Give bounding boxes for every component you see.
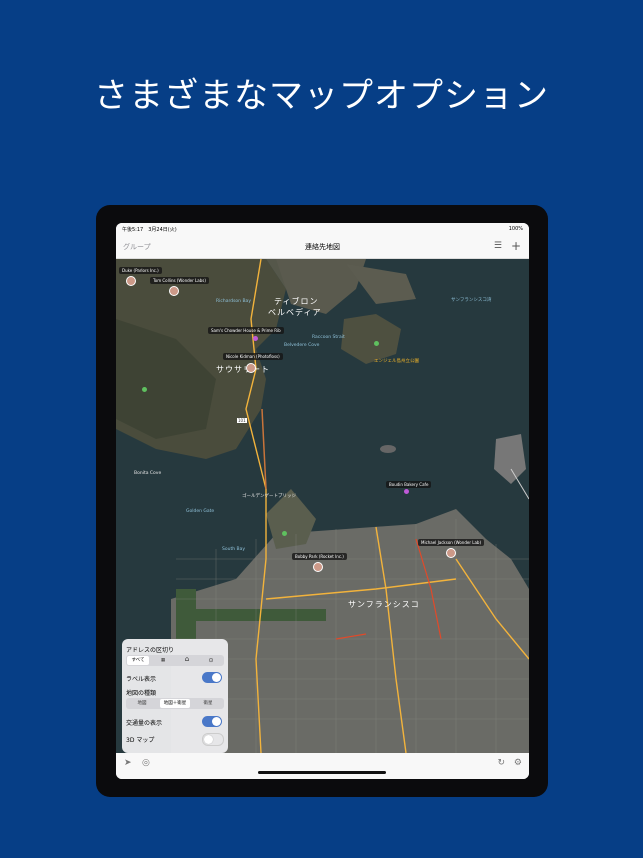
contact-tag-5[interactable]: Boudin Bakery Cafe xyxy=(386,481,432,488)
ipad-frame: 午後5:17 3月24日(火) 100% グループ 連絡先地図 ☰ + Boni… xyxy=(96,205,548,797)
traffic-label: 交通量の表示 xyxy=(126,720,163,727)
building-icon[interactable]: ▦ xyxy=(156,656,170,665)
nav-bar: グループ 連絡先地図 ☰ + xyxy=(116,237,529,259)
place-dot-5[interactable] xyxy=(404,489,409,494)
segment-all[interactable]: すべて xyxy=(127,656,149,665)
plus-icon[interactable]: + xyxy=(511,239,521,253)
location-arrow-icon[interactable]: ➤ xyxy=(124,758,132,768)
pin-icon[interactable]: ⊙ xyxy=(204,656,218,665)
status-time: 午後5:17 3月24日(火) xyxy=(122,227,177,233)
contact-tag-2[interactable]: Tom Collins (Wonder Labs) xyxy=(150,277,209,284)
map-options-panel: アドレスの区切り すべて ▦ ⌂ ⊙ ラベル表示 地図の種類 地図 地図＋衛星 … xyxy=(122,639,228,753)
contact-tag-4[interactable]: Nicole Kidman (Photofloss) xyxy=(223,353,283,360)
bottom-toolbar: ➤ ◎ ↻ ⚙ xyxy=(116,753,529,779)
map-label-sausalito: サウサリート xyxy=(216,365,270,374)
contact-tag-6[interactable]: Michael Jackson (Wonder Lab) xyxy=(418,539,485,546)
list-icon[interactable]: ☰ xyxy=(494,241,502,251)
contact-pin-7[interactable] xyxy=(313,562,323,572)
map-type-label: 地図の種類 xyxy=(126,690,157,697)
traffic-toggle[interactable] xyxy=(202,716,222,727)
home-icon[interactable]: ⌂ xyxy=(180,655,194,664)
segment-satellite[interactable]: 衛星 xyxy=(193,699,223,708)
contact-tag-3[interactable]: Sam's Chowder House & Prime Rib xyxy=(208,327,284,334)
contact-pin-6[interactable] xyxy=(446,548,456,558)
gear-icon[interactable]: ⚙ xyxy=(514,758,522,768)
status-battery: 100% xyxy=(508,226,523,232)
place-dot-3[interactable] xyxy=(253,336,258,341)
segment-map[interactable]: 地図 xyxy=(127,699,157,708)
map-label-south-bay: South Bay xyxy=(222,547,246,552)
address-segmented-control: すべて ▦ ⌂ ⊙ xyxy=(126,655,224,666)
contact-pin-2[interactable] xyxy=(169,286,179,296)
park-dot xyxy=(282,531,287,536)
screen: 午後5:17 3月24日(火) 100% グループ 連絡先地図 ☰ + Boni… xyxy=(116,223,529,779)
map-label-sf-bay: サンフランシスコ湾 xyxy=(451,298,492,303)
globe-icon[interactable]: ◎ xyxy=(142,758,150,768)
map-label-sf: サンフランシスコ xyxy=(348,600,420,609)
map3d-toggle[interactable] xyxy=(202,733,224,746)
park-dot xyxy=(374,341,379,346)
map-label-richardson: Richardson Bay xyxy=(216,299,251,304)
headline: さまざまなマップオプション xyxy=(94,76,549,116)
park-dot xyxy=(142,387,147,392)
status-bar: 午後5:17 3月24日(火) 100% xyxy=(116,223,529,237)
contact-pin-4[interactable] xyxy=(246,363,256,373)
segment-hybrid[interactable]: 地図＋衛星 xyxy=(160,699,190,708)
map-type-segmented-control: 地図 地図＋衛星 衛星 xyxy=(126,698,224,709)
map-label-belvedere-cove: Belvedere Cove xyxy=(284,343,320,348)
home-indicator xyxy=(258,771,386,774)
map-label-bonita: Bonita Cove xyxy=(134,471,162,476)
map-label-angel: エンジェル島州立公園 xyxy=(374,359,419,364)
map-label-tiburon: ティブロン xyxy=(274,297,319,306)
road-shield-101: 101 xyxy=(237,418,247,423)
contact-pin-1[interactable] xyxy=(126,276,136,286)
map-label-belvedere: ベルベディア xyxy=(268,308,322,317)
label-display-label: ラベル表示 xyxy=(126,676,157,683)
address-section-label: アドレスの区切り xyxy=(126,647,175,654)
contact-tag-1[interactable]: Duke (Parlors Inc.) xyxy=(119,267,162,274)
contact-tag-7[interactable]: Bobby Park (Rocket Inc.) xyxy=(292,553,347,560)
refresh-icon[interactable]: ↻ xyxy=(497,758,505,768)
map-label-raccoon: Raccoon Strait xyxy=(312,335,345,340)
label-display-toggle[interactable] xyxy=(202,672,222,683)
map3d-label: 3D マップ xyxy=(126,737,155,744)
page-title: 連絡先地図 xyxy=(305,243,340,251)
map-label-golden: Golden Gate xyxy=(186,509,215,514)
map-label-gg-bridge: ゴールデンゲートブリッジ xyxy=(242,494,296,499)
